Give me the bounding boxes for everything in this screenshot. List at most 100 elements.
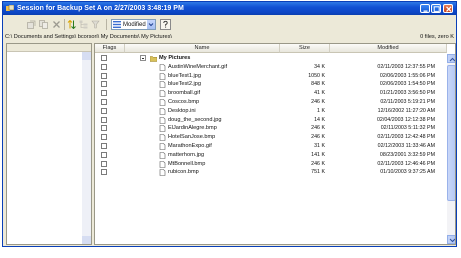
- row-checkbox[interactable]: [101, 107, 107, 114]
- file-size: 31 K: [314, 143, 325, 149]
- file-modified: 01/10/2003 9:37:25 AM: [380, 169, 435, 176]
- row-checkbox[interactable]: [101, 90, 107, 97]
- sort-icon[interactable]: [67, 20, 76, 29]
- scroll-down-button[interactable]: [447, 235, 455, 244]
- restore-icon[interactable]: [27, 20, 36, 29]
- file-name: doug_the_second.jpg: [168, 116, 222, 123]
- scroll-up-button[interactable]: [447, 54, 455, 63]
- scrollbar-thumb[interactable]: [447, 65, 455, 201]
- close-icon: [446, 6, 452, 12]
- file-icon: [159, 169, 166, 177]
- row-checkbox[interactable]: [101, 134, 107, 141]
- file-name: ElJardinAlegre.bmp: [168, 125, 217, 132]
- row-checkbox[interactable]: [101, 143, 107, 149]
- vertical-scrollbar[interactable]: [447, 54, 455, 244]
- toolbar-separator: [106, 19, 107, 30]
- file-icon: [159, 116, 166, 124]
- file-row[interactable]: MtBonnell.bmp 246 K 02/11/2003 12:46:46 PM: [95, 160, 447, 169]
- minimize-button[interactable]: [420, 4, 430, 13]
- row-checkbox[interactable]: [101, 81, 107, 88]
- file-icon: [159, 81, 166, 89]
- file-row[interactable]: HotelSanJose.bmp 246 K 02/11/2003 12:42:48…: [95, 133, 447, 142]
- row-checkbox[interactable]: [101, 160, 107, 167]
- folder-name: My Pictures: [159, 55, 191, 61]
- file-icon: [159, 125, 166, 133]
- file-row[interactable]: matterhorn.jpg 141 K 08/23/2001 3:32:59 PM: [95, 151, 447, 160]
- collapse-toggle[interactable]: [140, 55, 146, 61]
- delete-icon[interactable]: [52, 20, 61, 29]
- file-icon: [159, 160, 166, 168]
- maximize-button[interactable]: [431, 4, 441, 13]
- file-row[interactable]: ElJardinAlegre.bmp 246 K 02/11/2003 5:11:3…: [95, 124, 447, 133]
- folder-row[interactable]: My Pictures: [95, 54, 447, 63]
- column-header-size[interactable]: Size: [280, 44, 330, 53]
- file-size: 141 K: [311, 151, 325, 158]
- column-header-modified[interactable]: Modified: [330, 44, 447, 53]
- tree-view-icon[interactable]: [79, 20, 88, 29]
- file-modified: 01/21/2003 3:56:50 PM: [379, 90, 435, 97]
- file-row[interactable]: AustinWineMerchant.gif 34 K 02/11/2003 12:…: [95, 63, 447, 72]
- file-row[interactable]: MarathonExpo.gif 31 K 02/12/2003 11:33:46 …: [95, 142, 447, 151]
- minimize-icon: [423, 10, 428, 12]
- file-icon: [159, 99, 166, 106]
- file-row[interactable]: Desktop.ini 1 K 12/16/2002 11:27:20 AM: [95, 107, 447, 116]
- row-checkbox[interactable]: [101, 169, 107, 176]
- row-checkbox[interactable]: [101, 151, 107, 158]
- title-bar[interactable]: Session for Backup Set A on 2/27/2003 3:…: [3, 2, 456, 15]
- tree-scroll-down-button[interactable]: [82, 236, 91, 244]
- file-modified: 02/06/2003 1:54:50 PM: [379, 81, 435, 88]
- tree-scrollbar[interactable]: [82, 52, 91, 244]
- copy-icon[interactable]: [39, 20, 48, 29]
- view-select[interactable]: Modified: [111, 19, 156, 30]
- file-icon: [159, 107, 166, 115]
- file-icon: [159, 134, 166, 141]
- file-size: 1050 K: [308, 72, 325, 79]
- file-icon: [159, 72, 166, 80]
- file-row[interactable]: blueTest1.jpg 1050 K 02/06/2003 1:55:06 PM: [95, 72, 447, 81]
- file-row[interactable]: Coscos.bmp 246 K 02/11/2003 5:19:21 PM: [95, 98, 447, 107]
- file-list[interactable]: Flags Name Size Modified My Pictures Aus…: [94, 43, 456, 245]
- file-modified: 02/11/2003 12:42:48 PM: [377, 134, 435, 141]
- column-header-flags[interactable]: Flags: [95, 44, 125, 53]
- filter-icon[interactable]: [91, 20, 100, 29]
- selection-stats: 0 files, zero K: [420, 34, 454, 40]
- row-checkbox[interactable]: [101, 72, 107, 79]
- file-row[interactable]: broomball.gif 41 K 01/21/2003 3:56:50 PM: [95, 89, 447, 98]
- help-button[interactable]: [160, 19, 171, 30]
- file-row[interactable]: blueTest2.jpg 848 K 02/06/2003 1:54:50 PM: [95, 80, 447, 89]
- row-checkbox[interactable]: [101, 55, 107, 61]
- dropdown-button[interactable]: [147, 20, 155, 29]
- file-name: matterhorn.jpg: [168, 151, 205, 158]
- tree-pane-header: [7, 44, 91, 52]
- row-checkbox[interactable]: [101, 116, 107, 123]
- file-row[interactable]: rubicon.bmp 751 K 01/10/2003 9:37:25 AM: [95, 168, 447, 177]
- chevron-down-icon: [449, 238, 455, 243]
- app-icon: [6, 5, 14, 11]
- file-icon: [159, 143, 166, 150]
- folder-tree-pane[interactable]: [6, 43, 92, 245]
- row-checkbox[interactable]: [101, 63, 107, 70]
- file-modified: 02/11/2003 5:11:32 PM: [380, 125, 435, 132]
- chevron-down-icon: [148, 23, 154, 27]
- file-name: broomball.gif: [168, 90, 201, 97]
- file-modified: 02/11/2003 12:46:46 PM: [377, 160, 435, 167]
- current-path: C:\ Documents and Settings\ bcorsori\ My…: [5, 34, 172, 40]
- chevron-up-icon: [449, 57, 455, 62]
- file-modified: 02/04/2003 12:12:38 PM: [376, 116, 435, 123]
- row-checkbox[interactable]: [101, 99, 107, 105]
- tree-scroll-up-button[interactable]: [82, 52, 91, 60]
- column-header-name[interactable]: Name: [125, 44, 280, 53]
- file-size: 14 K: [314, 116, 325, 123]
- close-button[interactable]: [443, 4, 453, 13]
- file-name: blueTest2.jpg: [168, 81, 201, 88]
- file-row[interactable]: doug_the_second.jpg 14 K 02/04/2003 12:12:…: [95, 116, 447, 125]
- file-name: HotelSanJose.bmp: [168, 134, 216, 141]
- file-icon: [159, 63, 166, 71]
- maximize-icon: [433, 6, 440, 12]
- file-icon: [159, 151, 166, 159]
- file-size: 246 K: [311, 160, 325, 167]
- toolbar: Modified: [3, 16, 456, 32]
- window-title: Session for Backup Set A on 2/27/2003 3:…: [17, 5, 184, 12]
- row-checkbox[interactable]: [101, 125, 107, 132]
- path-bar: C:\ Documents and Settings\ bcorsori\ My…: [3, 33, 456, 41]
